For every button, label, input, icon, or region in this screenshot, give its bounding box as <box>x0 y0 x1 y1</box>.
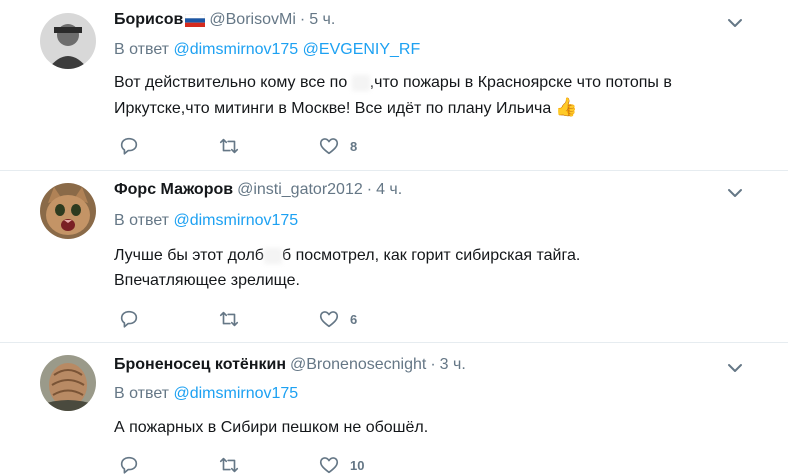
separator-dot: · <box>299 11 306 28</box>
like-button[interactable]: 10 <box>318 454 364 476</box>
tweet-2[interactable]: Форс Мажоров @insti_gator2012 · 4 ч. В о… <box>0 171 788 341</box>
avatar[interactable] <box>40 355 96 411</box>
censored-word <box>351 74 370 91</box>
tweet-text-part: Вот действительно кому все по <box>114 74 352 91</box>
mention-link[interactable]: @dimsmirnov175 <box>173 41 298 58</box>
tweet-text: А пожарных в Сибири пешком не обошёл. <box>114 419 429 436</box>
like-icon <box>319 457 339 474</box>
tweet-text: Лучше бы этот долб б посмотрел, как горит… <box>114 243 634 293</box>
retweet-icon <box>219 457 239 473</box>
reply-icon <box>120 456 138 474</box>
retweet-icon <box>219 138 239 154</box>
display-name[interactable]: Форс Мажоров <box>114 181 233 199</box>
retweet-button[interactable] <box>218 454 318 476</box>
reply-button[interactable] <box>118 454 218 476</box>
like-button[interactable]: 8 <box>318 135 357 157</box>
display-name[interactable]: Борисов <box>114 11 183 29</box>
tweet-actions: 6 <box>118 308 357 330</box>
chevron-down-icon[interactable] <box>726 184 744 202</box>
timestamp[interactable]: 5 ч. <box>309 11 335 29</box>
tweet-text-part: Лучше бы этот долб <box>114 247 264 264</box>
timestamp[interactable]: 3 ч. <box>440 356 466 374</box>
reply-button[interactable] <box>118 135 218 157</box>
tweet-3[interactable]: Броненосец котёнкин @Bronenosecnight · 3… <box>0 343 788 475</box>
reply-prefix: В ответ <box>114 41 170 58</box>
user-handle[interactable]: @Bronenosecnight <box>290 356 426 374</box>
tweet-actions: 8 <box>118 135 357 157</box>
display-name[interactable]: Броненосец котёнкин <box>114 356 286 374</box>
chevron-down-icon[interactable] <box>726 359 744 377</box>
like-button[interactable]: 6 <box>318 308 357 330</box>
like-count: 10 <box>350 457 365 473</box>
flag-icon <box>185 13 206 27</box>
thumbs-up-icon: 👍 <box>555 97 578 117</box>
like-count: 8 <box>350 138 358 154</box>
avatar[interactable] <box>40 183 96 239</box>
mention-link[interactable]: @dimsmirnov175 <box>173 385 298 402</box>
mention-link[interactable]: @EVGENIY_RF <box>303 41 421 58</box>
user-handle[interactable]: @insti_gator2012 <box>237 181 363 199</box>
reply-context: В ответ @dimsmirnov175 <box>114 385 298 403</box>
tweet-header: Форс Мажоров @insti_gator2012 · 4 ч. <box>114 179 402 201</box>
tweet-actions: 10 <box>118 454 364 476</box>
like-count: 6 <box>350 311 358 327</box>
reply-context: В ответ @dimsmirnov175 @EVGENIY_RF <box>114 41 420 59</box>
reply-icon <box>120 310 138 328</box>
user-handle[interactable]: @BorisovMi <box>209 11 295 29</box>
censored-word <box>263 247 282 264</box>
tweet-1[interactable]: Борисов @BorisovMi · 5 ч. В ответ @dimsm… <box>0 0 788 170</box>
like-icon <box>319 311 339 328</box>
reply-prefix: В ответ <box>114 385 170 402</box>
timestamp[interactable]: 4 ч. <box>376 181 402 199</box>
separator-dot: · <box>430 356 436 373</box>
chevron-down-icon[interactable] <box>726 14 744 32</box>
tweet-header: Борисов @BorisovMi · 5 ч. <box>114 9 335 31</box>
retweet-button[interactable] <box>218 308 318 330</box>
like-icon <box>319 138 339 155</box>
avatar[interactable] <box>40 13 96 69</box>
retweet-icon <box>219 311 239 327</box>
reply-prefix: В ответ <box>114 212 170 229</box>
retweet-button[interactable] <box>218 135 318 157</box>
tweet-header: Броненосец котёнкин @Bronenosecnight · 3… <box>114 354 466 376</box>
reply-icon <box>120 137 138 155</box>
mention-link[interactable]: @dimsmirnov175 <box>173 212 298 229</box>
reply-button[interactable] <box>118 308 218 330</box>
reply-context: В ответ @dimsmirnov175 <box>114 212 298 230</box>
tweet-text: Вот действительно кому все по ,что пожар… <box>114 70 744 121</box>
separator-dot: · <box>366 181 373 198</box>
